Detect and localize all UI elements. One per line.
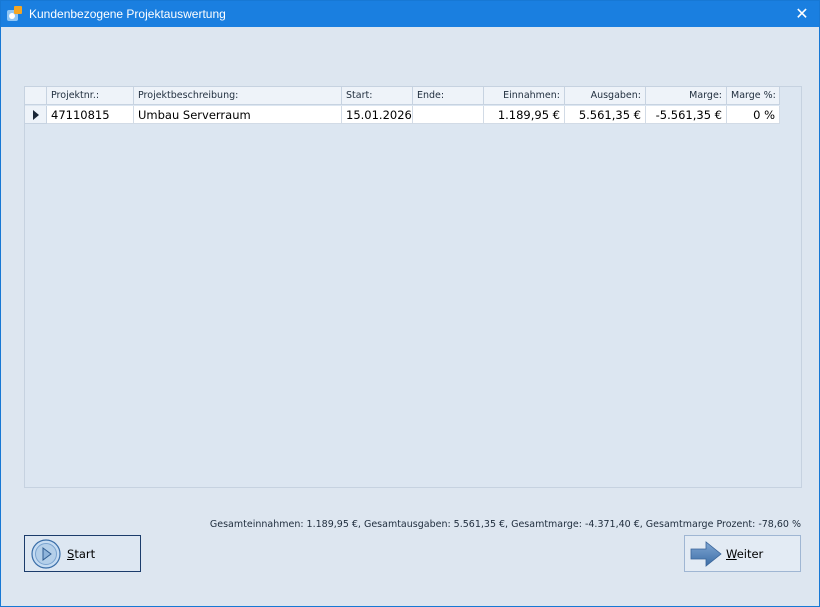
- col-header-start[interactable]: Start:: [342, 87, 413, 105]
- app-icon: [7, 6, 22, 21]
- next-button-label: Weiter: [726, 546, 764, 561]
- table-row[interactable]: 47110815 Umbau Serverraum 15.01.2026 1.1…: [25, 106, 780, 124]
- cell-einnahmen[interactable]: 1.189,95 €: [484, 106, 565, 124]
- main-window: Kundenbezogene Projektauswertung ✕ Proje…: [0, 0, 820, 607]
- col-header-einnahmen[interactable]: Einnahmen:: [484, 87, 565, 105]
- col-header-beschreibung[interactable]: Projektbeschreibung:: [134, 87, 342, 105]
- row-pointer-icon: [33, 110, 39, 120]
- project-grid[interactable]: Projektnr.: Projektbeschreibung: Start: …: [24, 86, 802, 488]
- play-circle-icon: [31, 538, 61, 569]
- cell-ausgaben[interactable]: 5.561,35 €: [565, 106, 646, 124]
- start-button-label: Start: [67, 546, 96, 561]
- close-button[interactable]: ✕: [785, 1, 819, 27]
- start-button[interactable]: Start: [24, 535, 141, 572]
- summary-text: Gesamteinnahmen: 1.189,95 €, Gesamtausga…: [209, 519, 801, 530]
- cell-ende[interactable]: [413, 106, 484, 124]
- col-header-ausgaben[interactable]: Ausgaben:: [565, 87, 646, 105]
- col-header-projektnr[interactable]: Projektnr.:: [47, 87, 134, 105]
- cell-beschreibung[interactable]: Umbau Serverraum: [134, 106, 342, 124]
- arrow-right-icon: [690, 540, 722, 567]
- cell-start[interactable]: 15.01.2026: [342, 106, 413, 124]
- next-button[interactable]: Weiter: [684, 535, 801, 572]
- cell-marge-prozent[interactable]: 0 %: [727, 106, 780, 124]
- row-selector[interactable]: [25, 106, 47, 124]
- header-selector-cell: [25, 87, 47, 105]
- grid-header: Projektnr.: Projektbeschreibung: Start: …: [25, 87, 780, 105]
- cell-marge[interactable]: -5.561,35 €: [646, 106, 727, 124]
- window-title: Kundenbezogene Projektauswertung: [29, 7, 226, 21]
- col-header-ende[interactable]: Ende:: [413, 87, 484, 105]
- title-bar: Kundenbezogene Projektauswertung ✕: [1, 1, 819, 27]
- col-header-marge[interactable]: Marge:: [646, 87, 727, 105]
- cell-projektnr[interactable]: 47110815: [47, 106, 134, 124]
- col-header-marge-prozent[interactable]: Marge %:: [727, 87, 780, 105]
